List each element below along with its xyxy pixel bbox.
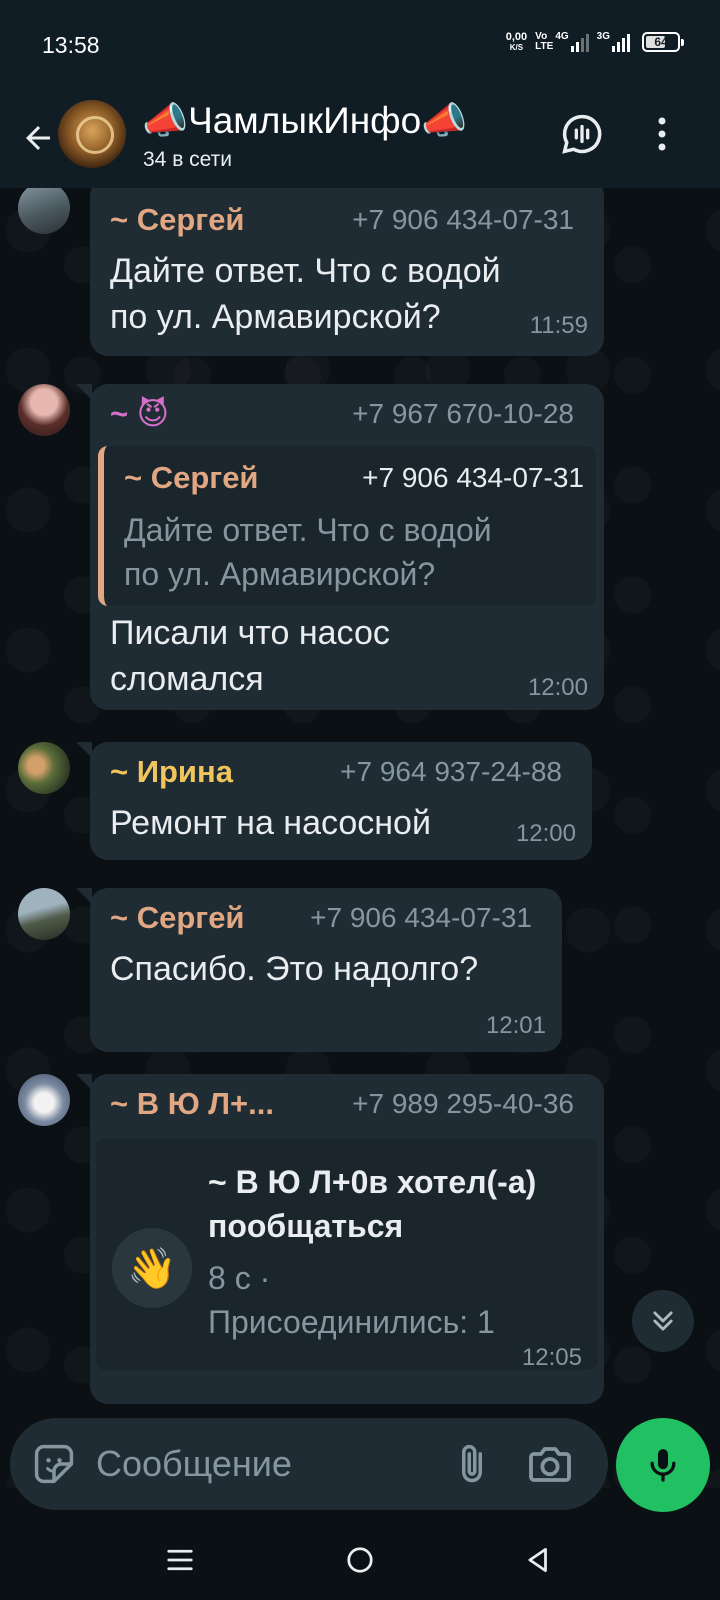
message-text-line: Дайте ответ. Что с водой <box>110 252 501 290</box>
message-time: 12:05 <box>521 1344 582 1371</box>
status-bar: 13:58 0,00 K/S Vo LTE 4G 3G 64 <box>0 0 720 92</box>
sender-avatar[interactable] <box>18 188 70 234</box>
sender-phone[interactable]: +7 967 670-10-28 <box>352 398 574 430</box>
waving-hand-icon: 👋 <box>112 1228 192 1308</box>
online-count: 34 в сети <box>143 148 233 171</box>
message-time: 12:01 <box>485 1012 546 1039</box>
camera-icon[interactable] <box>526 1440 574 1488</box>
chat-area[interactable]: ~ Сергей +7 906 434-07-31 Дайте ответ. Ч… <box>0 188 720 1488</box>
voice-chat-card[interactable]: 👋 ~ В Ю Л+0в хотел(-а) пообщаться 8 с · … <box>96 1138 598 1371</box>
voice-record-button[interactable] <box>616 1418 710 1512</box>
sender-phone[interactable]: +7 964 937-24-88 <box>340 756 562 788</box>
sticker-icon[interactable] <box>32 1442 76 1486</box>
more-vertical-icon <box>658 117 666 151</box>
status-time: 13:58 <box>42 32 100 58</box>
message-time: 11:59 <box>529 312 588 339</box>
sender-avatar[interactable] <box>18 384 70 436</box>
arrow-left-icon <box>26 126 50 150</box>
scroll-to-bottom-button[interactable] <box>632 1290 694 1352</box>
quote-sender: ~ Сергей <box>124 460 259 495</box>
sender-name[interactable]: ~ Сергей <box>110 900 245 936</box>
message-composer <box>10 1418 608 1510</box>
message-bubble[interactable]: ~ Ирина +7 964 937-24-88 Ремонт на насос… <box>76 742 592 860</box>
sender-name[interactable]: ~ Сергей <box>110 202 245 238</box>
home-button[interactable] <box>338 1538 382 1582</box>
voice-chat-icon <box>562 114 602 154</box>
voice-chat-title: ~ В Ю Л+0в хотел(-а) пообщаться <box>208 1164 537 1244</box>
microphone-icon <box>650 1449 676 1482</box>
chevron-double-down-icon <box>653 1311 673 1331</box>
message-text-line: сломался <box>110 660 264 698</box>
sender-avatar[interactable] <box>18 888 70 940</box>
menu-lines-icon <box>167 1549 193 1571</box>
message-bubble[interactable]: ~ Сергей +7 906 434-07-31 Дайте ответ. Ч… <box>90 188 604 356</box>
sender-phone[interactable]: +7 989 295-40-36 <box>352 1088 574 1120</box>
back-button[interactable] <box>14 114 62 162</box>
recent-apps-button[interactable] <box>158 1538 202 1582</box>
sender-avatar[interactable] <box>18 742 70 794</box>
message-text-line: Писали что насос <box>110 614 390 652</box>
group-avatar[interactable] <box>58 100 126 168</box>
message-text-line: Спасибо. Это надолго? <box>110 950 479 988</box>
circle-icon <box>347 1547 373 1573</box>
quote-text-line: по ул. Армавирской? <box>124 556 436 592</box>
message-text-line: по ул. Армавирской? <box>110 298 441 336</box>
sender-phone[interactable]: +7 906 434-07-31 <box>310 902 532 934</box>
voice-chat-button[interactable] <box>558 110 606 158</box>
system-navigation-bar <box>0 1520 720 1600</box>
sender-avatar[interactable] <box>18 1074 70 1126</box>
message-time: 12:00 <box>527 674 588 701</box>
status-icons: 0,00 K/S Vo LTE 4G 3G 64 <box>505 31 684 53</box>
system-back-button[interactable] <box>516 1538 560 1582</box>
sender-name[interactable]: ~ Ирина <box>110 754 233 790</box>
sim1-signal-icon: Vo LTE 4G <box>535 32 589 52</box>
quote-text-line: Дайте ответ. Что с водой <box>124 512 492 548</box>
message-time: 12:00 <box>515 820 576 847</box>
more-options-button[interactable] <box>640 110 684 158</box>
sender-name[interactable]: ~ 😈 <box>110 396 169 432</box>
sender-phone[interactable]: +7 906 434-07-31 <box>352 204 574 236</box>
battery-icon: 64 <box>642 32 684 52</box>
quoted-message[interactable]: ~ Сергей +7 906 434-07-31 Дайте ответ. Ч… <box>98 446 596 606</box>
quote-phone: +7 906 434-07-31 <box>362 462 584 493</box>
message-text-line: Ремонт на насосной <box>110 804 431 842</box>
message-bubble[interactable]: ~ 😈 +7 967 670-10-28 ~ Сергей +7 906 434… <box>76 384 604 710</box>
voice-chat-joined: Присоединились: 1 <box>208 1304 495 1340</box>
paperclip-icon[interactable] <box>450 1440 494 1488</box>
triangle-back-icon <box>528 1548 547 1572</box>
voice-chat-duration: 8 с · <box>208 1260 271 1296</box>
group-title[interactable]: 📣ЧамлыкИнфо📣 <box>142 100 467 143</box>
sim2-signal-icon: 3G <box>597 32 630 52</box>
message-bubble[interactable]: ~ В Ю Л+... +7 989 295-40-36 👋 ~ В Ю Л+0… <box>76 1074 604 1404</box>
sender-name[interactable]: ~ В Ю Л+... <box>110 1086 274 1122</box>
message-bubble[interactable]: ~ Сергей +7 906 434-07-31 Спасибо. Это н… <box>76 888 562 1052</box>
network-speed: 0,00 K/S <box>505 31 528 53</box>
chat-header: 📣ЧамлыкИнфо📣 34 в сети <box>0 92 720 188</box>
message-input[interactable] <box>96 1440 436 1488</box>
